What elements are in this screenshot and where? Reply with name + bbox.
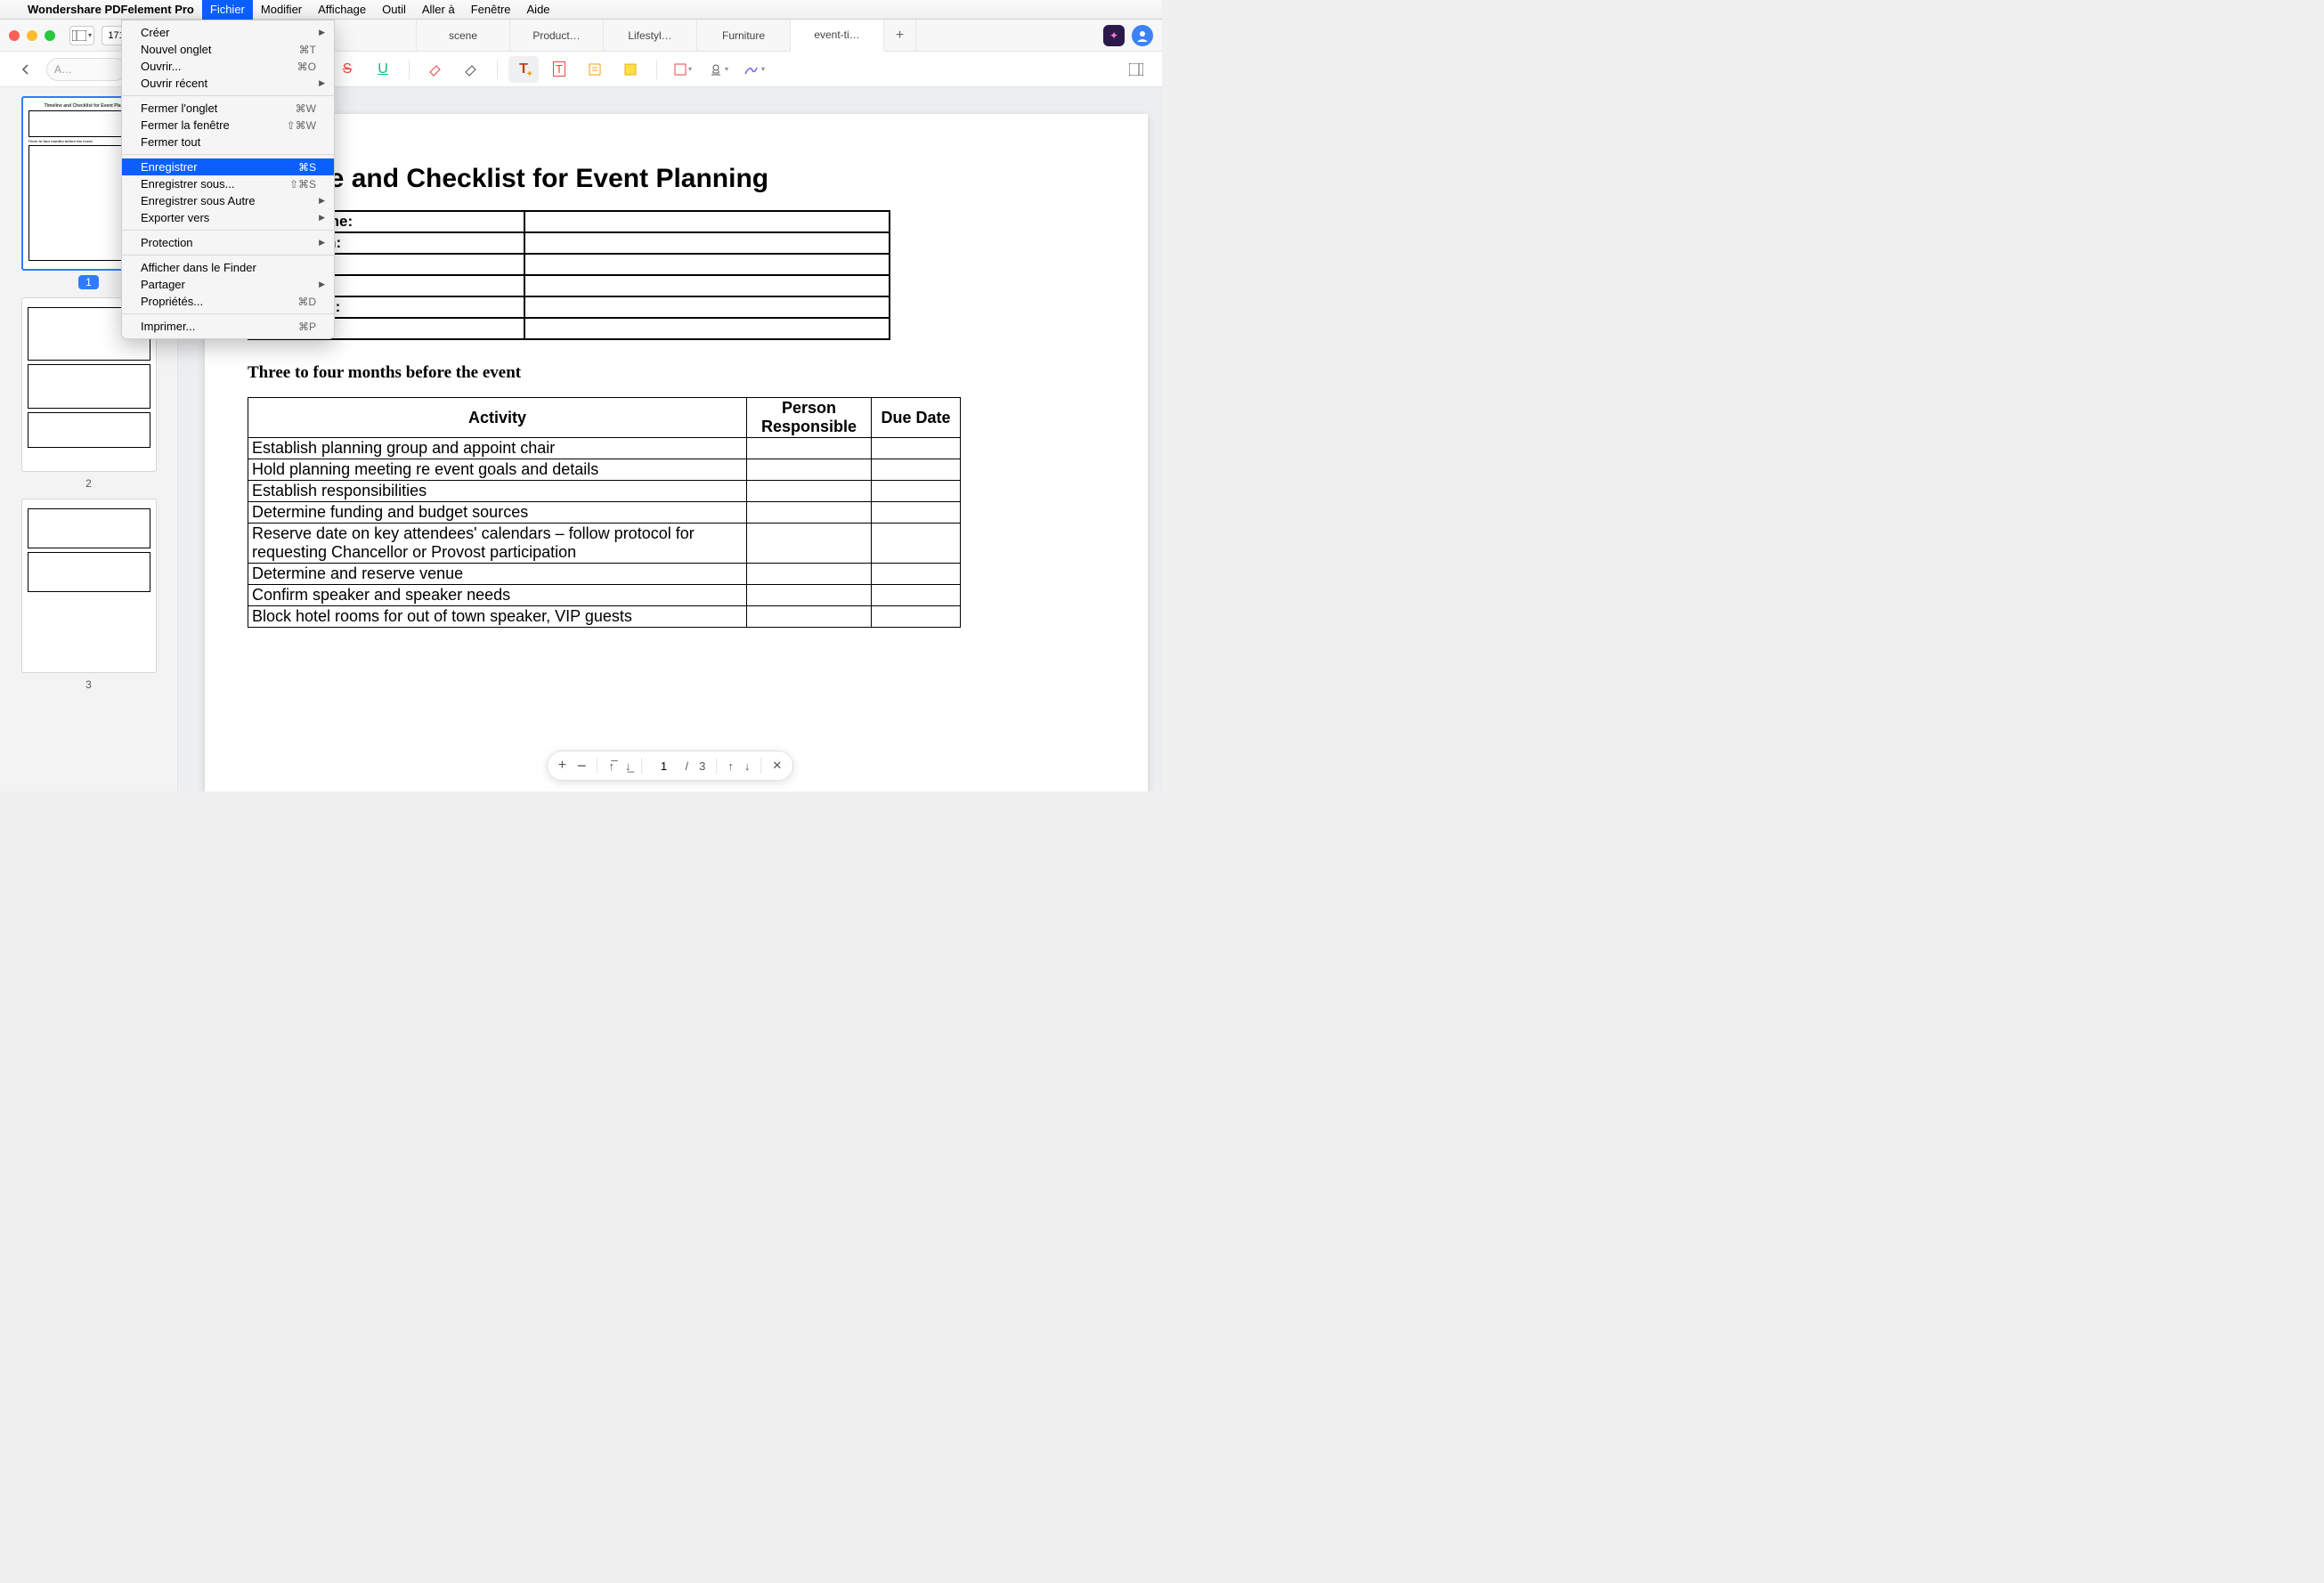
signature-tool[interactable]: ▾ bbox=[739, 56, 769, 83]
text-box-tool[interactable]: T bbox=[544, 56, 574, 83]
current-page-input[interactable] bbox=[654, 759, 675, 773]
menu-item-afficher-dans-le-finder[interactable]: Afficher dans le Finder bbox=[122, 259, 334, 276]
first-page-button[interactable]: ↑̅ bbox=[609, 759, 615, 773]
menu-item-enregistrer[interactable]: Enregistrer⌘S bbox=[122, 158, 334, 175]
menu-item-partager[interactable]: Partager▶ bbox=[122, 276, 334, 293]
menu-item-enregistrer-sous-[interactable]: Enregistrer sous...⇧⌘S bbox=[122, 175, 334, 192]
total-pages: 3 bbox=[699, 759, 705, 773]
menu-item-ouvrir-r-cent[interactable]: Ouvrir récent▶ bbox=[122, 75, 334, 92]
pen-icon bbox=[744, 62, 760, 77]
menu-fenetre[interactable]: Fenêtre bbox=[463, 0, 519, 20]
ai-assistant-button[interactable]: ✦ bbox=[1103, 25, 1125, 46]
toolbar-separator bbox=[497, 60, 498, 79]
tab-lifestyle[interactable]: Lifestyl… bbox=[604, 20, 697, 52]
sticky-icon bbox=[623, 62, 638, 77]
user-account-button[interactable] bbox=[1132, 25, 1153, 46]
panel-icon bbox=[1129, 63, 1143, 76]
strikethrough-tool[interactable]: S bbox=[332, 56, 362, 83]
rectangle-icon bbox=[674, 63, 687, 76]
menu-fichier[interactable]: Fichier bbox=[202, 0, 253, 20]
toolbar-separator bbox=[409, 60, 410, 79]
tab-scene[interactable]: scene bbox=[417, 20, 510, 52]
close-window[interactable] bbox=[9, 30, 20, 41]
sticky-note-tool[interactable] bbox=[615, 56, 646, 83]
panel-toggle[interactable] bbox=[1121, 56, 1151, 83]
user-icon bbox=[1136, 29, 1149, 42]
search-placeholder: A… bbox=[54, 63, 72, 76]
file-dropdown: Créer▶Nouvel onglet⌘TOuvrir...⌘OOuvrir r… bbox=[121, 20, 335, 339]
eraser-icon bbox=[427, 61, 443, 77]
menu-affichage[interactable]: Affichage bbox=[310, 0, 374, 20]
note-tool[interactable] bbox=[580, 56, 610, 83]
zoom-out-button[interactable]: − bbox=[577, 757, 587, 775]
last-page-button[interactable]: ↓̲ bbox=[625, 759, 631, 773]
pdf-page: eline and Checklist for Event Planning P… bbox=[205, 114, 1148, 792]
traffic-lights bbox=[9, 30, 55, 41]
menu-item-exporter-vers[interactable]: Exporter vers▶ bbox=[122, 209, 334, 226]
menu-item-ouvrir-[interactable]: Ouvrir...⌘O bbox=[122, 58, 334, 75]
page-separator: / bbox=[686, 759, 689, 773]
chevron-left-icon bbox=[20, 63, 32, 76]
stamp-tool[interactable]: ▾ bbox=[703, 56, 734, 83]
activity-table: ActivityPersonResponsibleDue DateEstabli… bbox=[248, 397, 961, 628]
page-navigator: + − ↑̅ ↓̲ / 3 ↑ ↓ ✕ bbox=[547, 751, 794, 781]
tab-furniture[interactable]: Furniture bbox=[697, 20, 791, 52]
thumbnail-page-3[interactable]: 3 bbox=[21, 499, 157, 691]
next-page-button[interactable]: ↓ bbox=[744, 759, 751, 773]
menu-outil[interactable]: Outil bbox=[374, 0, 414, 20]
menu-item-imprimer-[interactable]: Imprimer...⌘P bbox=[122, 318, 334, 335]
thumbnail-number: 3 bbox=[21, 678, 157, 691]
menu-item-enregistrer-sous-autre[interactable]: Enregistrer sous Autre▶ bbox=[122, 192, 334, 209]
close-navigator-button[interactable]: ✕ bbox=[772, 759, 782, 773]
menu-aller-a[interactable]: Aller à bbox=[414, 0, 463, 20]
underline-tool[interactable]: U bbox=[368, 56, 398, 83]
zoom-window[interactable] bbox=[45, 30, 55, 41]
menu-item-fermer-la-fen-tre[interactable]: Fermer la fenêtre⇧⌘W bbox=[122, 117, 334, 134]
toolbar-separator bbox=[656, 60, 657, 79]
menu-item-protection[interactable]: Protection▶ bbox=[122, 234, 334, 251]
stamp-icon bbox=[709, 62, 723, 77]
menubar: Wondershare PDFelement Pro Fichier Modif… bbox=[0, 0, 1162, 20]
section-heading: Three to four months before the event bbox=[248, 363, 1112, 383]
menu-item-propri-t-s-[interactable]: Propriétés...⌘D bbox=[122, 293, 334, 310]
tab-event-timeline[interactable]: event-ti… bbox=[791, 20, 884, 52]
menu-aide[interactable]: Aide bbox=[519, 0, 558, 20]
menu-item-fermer-tout[interactable]: Fermer tout bbox=[122, 134, 334, 150]
thumbnail-number: 1 bbox=[78, 275, 99, 289]
app-name[interactable]: Wondershare PDFelement Pro bbox=[20, 3, 202, 16]
shape-tool[interactable]: ▾ bbox=[668, 56, 698, 83]
tab-product[interactable]: Product… bbox=[510, 20, 604, 52]
clear-tool[interactable] bbox=[456, 56, 486, 83]
thumbnail-preview bbox=[21, 499, 157, 673]
text-tool[interactable]: T✦ bbox=[508, 56, 539, 83]
document-title: eline and Checklist for Event Planning bbox=[283, 164, 1112, 194]
note-icon bbox=[588, 62, 602, 77]
meta-table: Planner/Time:Description:Purpose:Time:# … bbox=[248, 210, 890, 340]
minimize-window[interactable] bbox=[27, 30, 37, 41]
thumbnail-number: 2 bbox=[21, 477, 157, 490]
menu-item-nouvel-onglet[interactable]: Nouvel onglet⌘T bbox=[122, 41, 334, 58]
new-tab-button[interactable]: + bbox=[884, 20, 916, 52]
back-button[interactable] bbox=[11, 56, 41, 83]
sidebar-toggle[interactable]: ▾ bbox=[69, 26, 94, 45]
clear-icon bbox=[463, 61, 479, 77]
sidebar-icon bbox=[72, 30, 86, 41]
zoom-in-button[interactable]: + bbox=[558, 758, 566, 774]
menu-item-fermer-l-onglet[interactable]: Fermer l'onglet⌘W bbox=[122, 100, 334, 117]
prev-page-button[interactable]: ↑ bbox=[727, 759, 734, 773]
menu-item-cr-er[interactable]: Créer▶ bbox=[122, 24, 334, 41]
eraser-tool[interactable] bbox=[420, 56, 451, 83]
menu-modifier[interactable]: Modifier bbox=[253, 0, 310, 20]
search-input[interactable]: A… bbox=[46, 58, 126, 81]
